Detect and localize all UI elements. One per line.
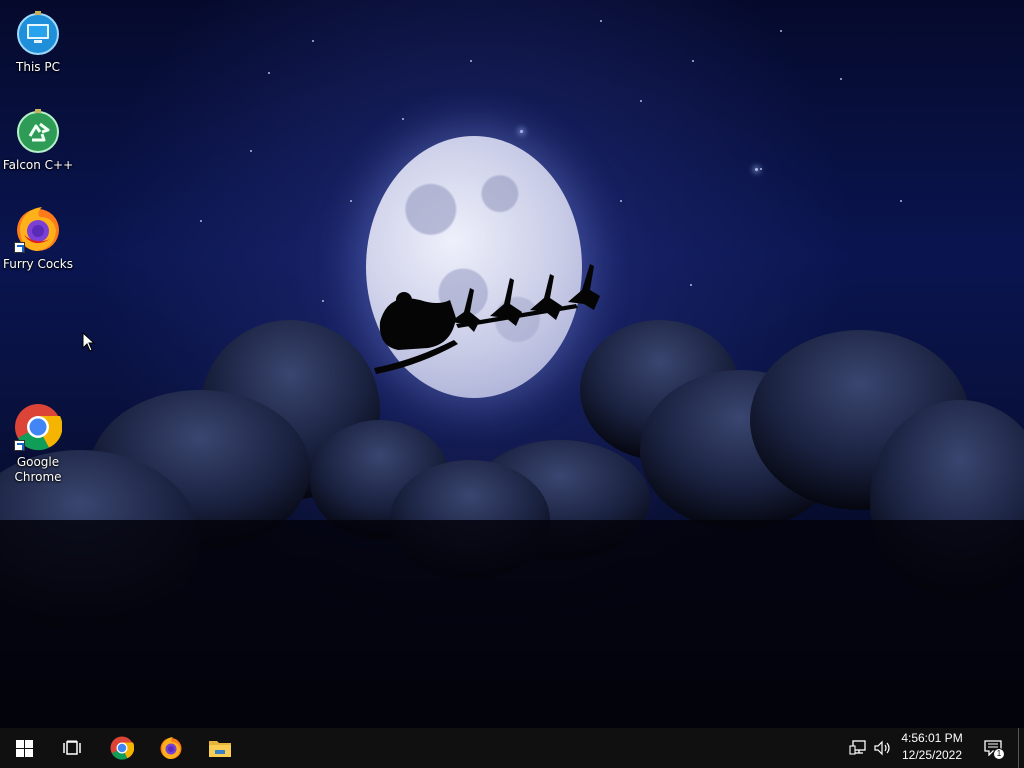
clock-time: 4:56:01 PM xyxy=(901,731,963,745)
clock-date: 12/25/2022 xyxy=(901,748,963,762)
desktop-icon-google-chrome[interactable]: Google Chrome xyxy=(0,403,76,485)
desktop-icon-label: Google Chrome xyxy=(14,455,62,484)
network-icon xyxy=(849,740,866,755)
chrome-icon xyxy=(14,403,63,451)
firefox-icon xyxy=(160,737,182,759)
desktop-icon-this-pc[interactable]: This PC xyxy=(0,8,76,75)
action-center-button[interactable]: 1 xyxy=(980,728,1006,768)
taskbar-firefox-button[interactable] xyxy=(147,728,195,768)
desktop-icon-label: Falcon C++ xyxy=(2,158,74,172)
taskbar-chrome-button[interactable] xyxy=(98,728,146,768)
desktop-icon-label: Furry Cocks xyxy=(3,257,73,271)
desktop-icon-falcon-cpp[interactable]: Falcon C++ xyxy=(0,106,76,173)
volume-icon xyxy=(874,740,890,756)
volume-tray-button[interactable] xyxy=(872,728,894,768)
chrome-icon xyxy=(110,736,134,760)
task-view-icon xyxy=(63,740,81,755)
task-view-button[interactable] xyxy=(48,728,96,768)
taskbar-clock[interactable]: 4:56:01 PM 12/25/2022 xyxy=(892,728,972,768)
desktop[interactable]: This PC Falcon C++ Furry Cocks Google Ch… xyxy=(0,0,1024,728)
notification-count-badge: 1 xyxy=(993,748,1005,760)
taskbar-file-explorer-button[interactable] xyxy=(196,728,244,768)
shortcut-arrow-icon xyxy=(14,242,25,253)
this-pc-icon xyxy=(14,8,62,56)
recycle-bin-icon xyxy=(14,106,62,154)
folder-icon xyxy=(209,741,231,757)
shortcut-arrow-icon xyxy=(14,440,25,451)
desktop-icon-label: This PC xyxy=(16,60,60,74)
windows-logo-icon xyxy=(15,739,33,757)
start-button[interactable] xyxy=(0,728,48,768)
network-tray-button[interactable] xyxy=(848,728,868,768)
mouse-cursor-icon xyxy=(82,332,96,352)
show-desktop-button[interactable] xyxy=(1018,728,1024,768)
firefox-icon xyxy=(14,205,62,253)
taskbar: 4:56:01 PM 12/25/2022 1 xyxy=(0,728,1024,768)
desktop-icon-firefox[interactable]: Furry Cocks xyxy=(0,205,76,272)
clouds xyxy=(0,320,1024,728)
